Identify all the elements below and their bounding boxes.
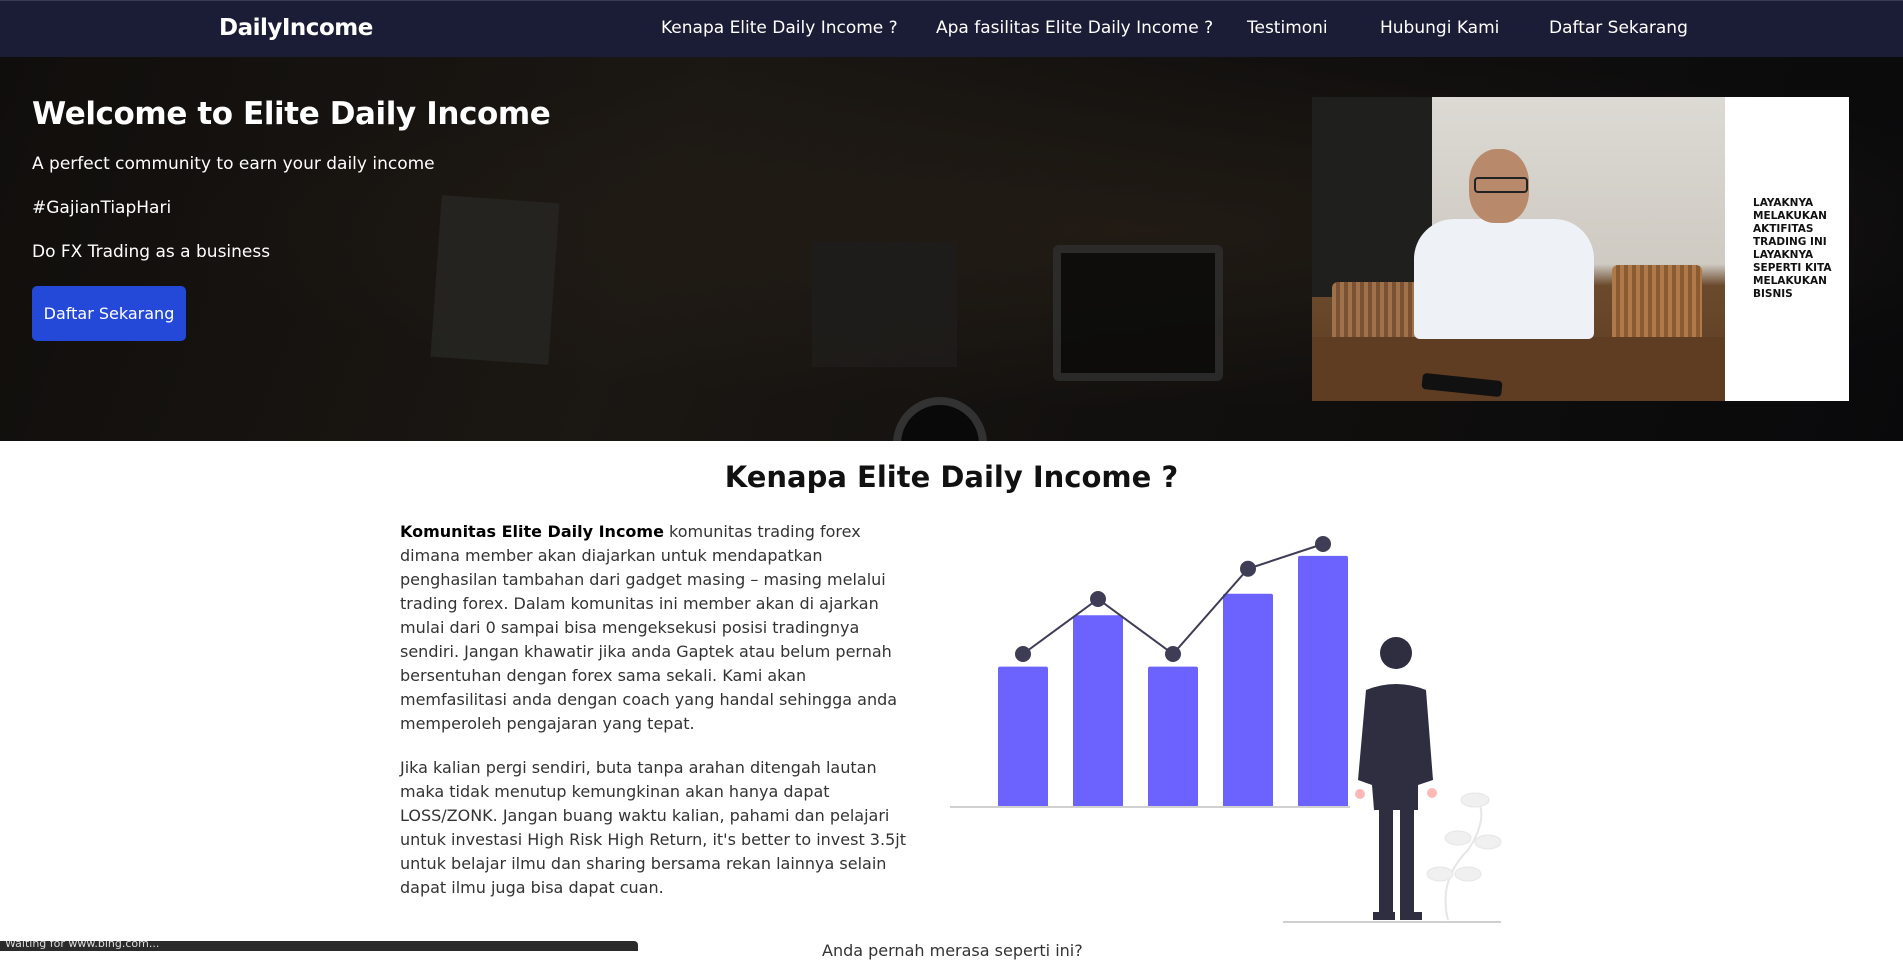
illustration-dot [1240, 560, 1256, 577]
hero-video[interactable]: LAYAKNYA MELAKUKAN AKTIFITAS TRADING INI… [1312, 97, 1849, 401]
illustration-person [1355, 637, 1437, 920]
growth-illustration [950, 536, 1502, 923]
site-logo[interactable]: DailyIncome [219, 15, 373, 41]
top-navbar: DailyIncome Kenapa Elite Daily Income ? … [0, 0, 1903, 57]
video-table [1312, 337, 1725, 401]
illustration-bar [1298, 555, 1348, 807]
video-frame [1312, 97, 1725, 401]
hero-tagline: Do FX Trading as a business [32, 242, 271, 262]
illustration-dot [1315, 536, 1331, 552]
illustration-plant [1426, 792, 1502, 921]
second-paragraph: Jika kalian pergi sendiri, buta tanpa ar… [400, 758, 906, 897]
illustration-bar [1223, 593, 1273, 807]
nav-link-testimoni[interactable]: Testimoni [1247, 18, 1328, 38]
nav-link-fasilitas[interactable]: Apa fasilitas Elite Daily Income ? [936, 18, 1213, 38]
hero-title: Welcome to Elite Daily Income [32, 96, 551, 132]
hero-hashtag: #GajianTiapHari [32, 198, 172, 218]
hero-subtitle: A perfect community to earn your daily i… [32, 154, 435, 174]
illustration-bar [1148, 666, 1198, 807]
nav-link-daftar[interactable]: Daftar Sekarang [1549, 18, 1688, 38]
nav-link-hubungi[interactable]: Hubungi Kami [1380, 18, 1499, 38]
illustration-dots [1015, 536, 1331, 662]
section-title: Kenapa Elite Daily Income ? [724, 460, 1179, 494]
illustration-trend-line [1022, 543, 1324, 656]
nav-link-kenapa[interactable]: Kenapa Elite Daily Income ? [661, 18, 898, 38]
video-caption: LAYAKNYA MELAKUKAN AKTIFITAS TRADING INI… [1753, 197, 1832, 300]
illustration-bar [998, 666, 1048, 807]
browser-status-bar: Waiting for www.bing.com... [0, 941, 638, 951]
daftar-sekarang-button[interactable]: Daftar Sekarang [32, 286, 186, 341]
intro-paragraph: Komunitas Elite Daily Income komunitas t… [400, 520, 910, 736]
video-presenter-glasses [1474, 177, 1528, 193]
intro-text: komunitas trading forex dimana member ak… [400, 522, 898, 733]
video-presenter-body [1414, 219, 1594, 339]
illustration-bar [1073, 615, 1123, 807]
illustration-dot [1165, 646, 1181, 662]
intro-bold-text: Komunitas Elite Daily Income [400, 522, 664, 541]
illustration-bars [998, 555, 1348, 807]
video-caption-panel: LAYAKNYA MELAKUKAN AKTIFITAS TRADING INI… [1725, 97, 1849, 401]
video-chair [1612, 265, 1702, 345]
illustration-dot [1090, 591, 1106, 607]
status-text: Waiting for www.bing.com... [5, 941, 160, 950]
illustration-dot [1015, 646, 1031, 662]
